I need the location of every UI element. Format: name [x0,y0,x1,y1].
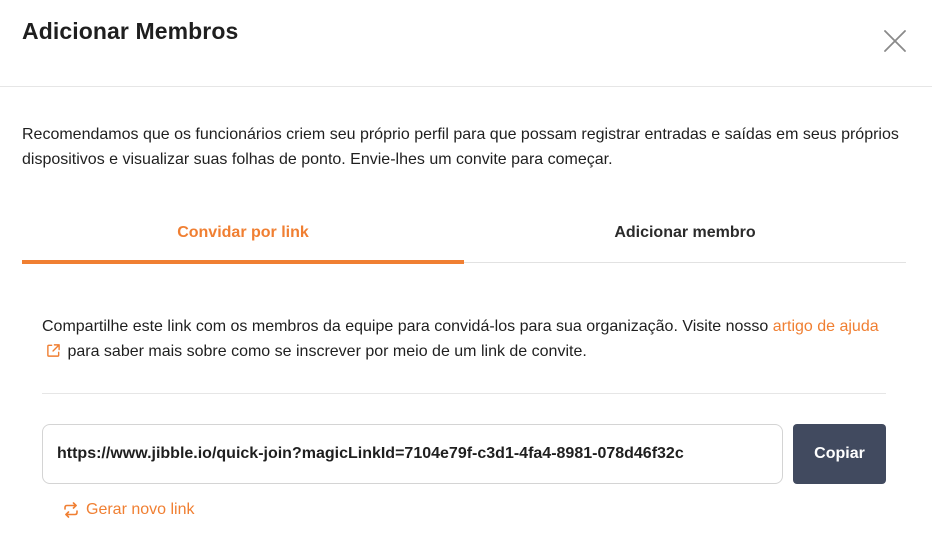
help-link-label: artigo de ajuda [772,318,879,335]
dialog-header: Adicionar Membros [0,0,932,87]
tab-invite-by-link[interactable]: Convidar por link [22,206,464,264]
copy-button[interactable]: Copiar [793,424,886,484]
intro-text: Recomendamos que os funcionários criem s… [22,126,899,168]
share-text-after: para saber mais sobre como se inscrever … [63,343,587,360]
share-instructions: Compartilhe este link com os membros da … [42,314,892,364]
generate-new-link-label: Gerar novo link [86,501,195,518]
tab-bar: Convidar por link Adicionar membro [22,206,906,264]
share-text-before: Compartilhe este link com os membros da … [42,318,773,335]
add-members-dialog: Adicionar Membros Recomendamos que os fu… [0,0,932,549]
close-icon [884,30,906,52]
invite-link-field[interactable] [42,424,783,484]
tab-add-member[interactable]: Adicionar membro [464,206,906,263]
section-divider [42,393,886,394]
close-button[interactable] [880,26,910,56]
external-link-icon [47,344,60,357]
refresh-icon [64,502,78,518]
generate-new-link-button[interactable]: Gerar novo link [62,501,195,519]
dialog-title: Adicionar Membros [22,18,239,44]
